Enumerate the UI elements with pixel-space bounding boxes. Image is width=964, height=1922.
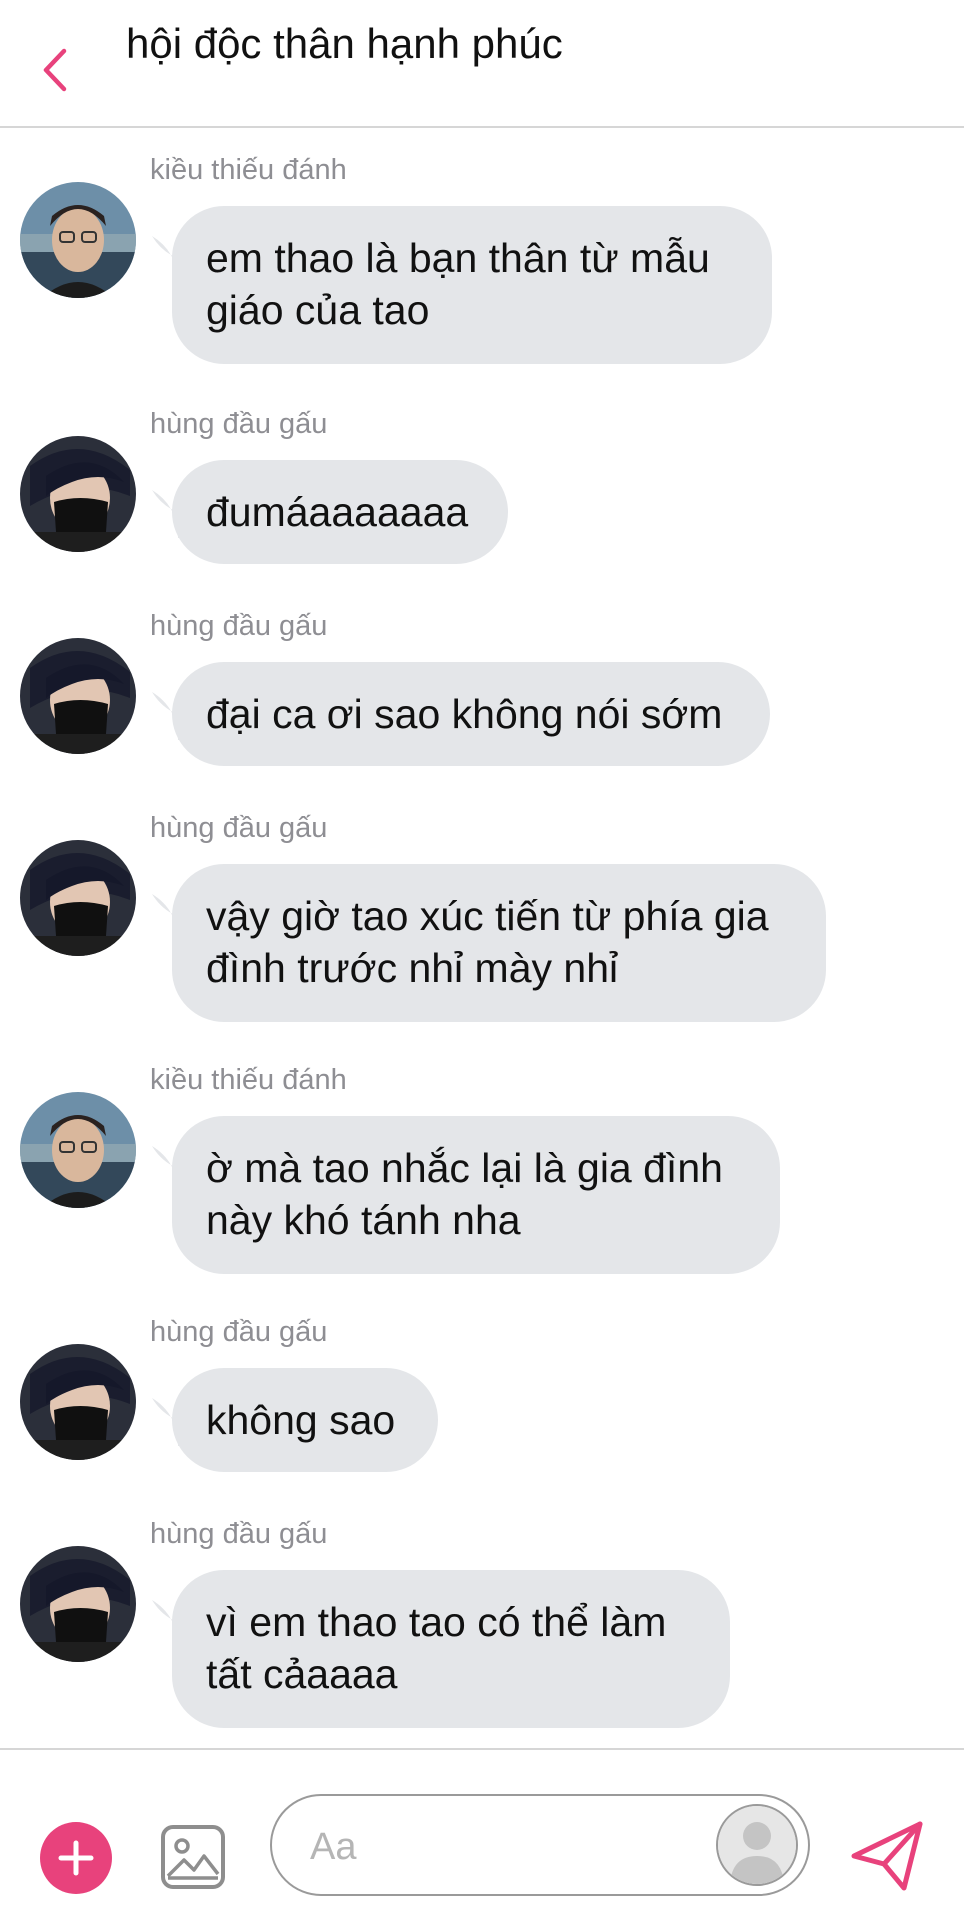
chevron-left-icon xyxy=(43,48,67,92)
message-bubble[interactable]: đại ca ơi sao không nói sớm xyxy=(172,662,770,766)
back-button[interactable] xyxy=(30,38,80,102)
message-bubble[interactable]: em thao là bạn thân từ mẫu giáo của tao xyxy=(172,206,772,364)
chat-title: hội độc thân hạnh phúc xyxy=(126,20,563,67)
avatar-kieu-icon xyxy=(20,182,136,298)
avatar[interactable] xyxy=(20,638,136,754)
sender-name: hùng đầu gấu xyxy=(150,408,328,440)
avatar-hung-icon xyxy=(20,436,136,552)
message-bubble[interactable]: không sao xyxy=(172,1368,438,1472)
avatar[interactable] xyxy=(20,1546,136,1662)
sender-name: hùng đầu gấu xyxy=(150,812,328,844)
message-bubble[interactable]: đumáaaaaaaa xyxy=(172,460,508,564)
send-icon xyxy=(851,1821,923,1891)
self-avatar[interactable] xyxy=(716,1804,798,1886)
message-composer xyxy=(0,1748,964,1922)
message-list[interactable]: kiều thiếu đánh em thao là bạn thân từ m… xyxy=(0,128,964,1748)
avatar-hung-icon xyxy=(20,1344,136,1460)
user-silhouette-icon xyxy=(718,1806,796,1884)
message-bubble[interactable]: vì em thao tao có thể làm tất cảaaaa xyxy=(172,1570,730,1728)
image-icon xyxy=(161,1825,225,1889)
avatar[interactable] xyxy=(20,1344,136,1460)
chat-header: hội độc thân hạnh phúc xyxy=(0,0,964,128)
sender-name: hùng đầu gấu xyxy=(150,610,328,642)
send-button[interactable] xyxy=(848,1816,928,1896)
avatar-kieu-icon xyxy=(20,1092,136,1208)
message-input-container xyxy=(270,1794,810,1896)
sender-name: kiều thiếu đánh xyxy=(150,1064,347,1096)
avatar[interactable] xyxy=(20,1092,136,1208)
message-input[interactable] xyxy=(308,1818,672,1876)
avatar[interactable] xyxy=(20,182,136,298)
sender-name: hùng đầu gấu xyxy=(150,1316,328,1348)
avatar-hung-icon xyxy=(20,638,136,754)
image-button[interactable] xyxy=(160,1824,226,1890)
plus-icon xyxy=(58,1840,94,1876)
avatar-hung-icon xyxy=(20,840,136,956)
add-button[interactable] xyxy=(40,1822,112,1894)
avatar[interactable] xyxy=(20,436,136,552)
message-bubble[interactable]: ờ mà tao nhắc lại là gia đình này khó tá… xyxy=(172,1116,780,1274)
avatar-hung-icon xyxy=(20,1546,136,1662)
sender-name: hùng đầu gấu xyxy=(150,1518,328,1550)
sender-name: kiều thiếu đánh xyxy=(150,154,347,186)
avatar[interactable] xyxy=(20,840,136,956)
message-bubble[interactable]: vậy giờ tao xúc tiến từ phía gia đình tr… xyxy=(172,864,826,1022)
